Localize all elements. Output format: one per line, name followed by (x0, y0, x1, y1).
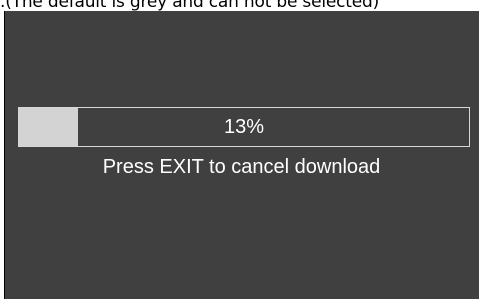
download-screen (4, 11, 479, 299)
cancel-download-hint: Press EXIT to cancel download (102, 156, 381, 178)
download-progress-bar: 13% (18, 107, 470, 147)
progress-percentage: 13% (223, 115, 265, 138)
screen-left-border (4, 11, 5, 299)
